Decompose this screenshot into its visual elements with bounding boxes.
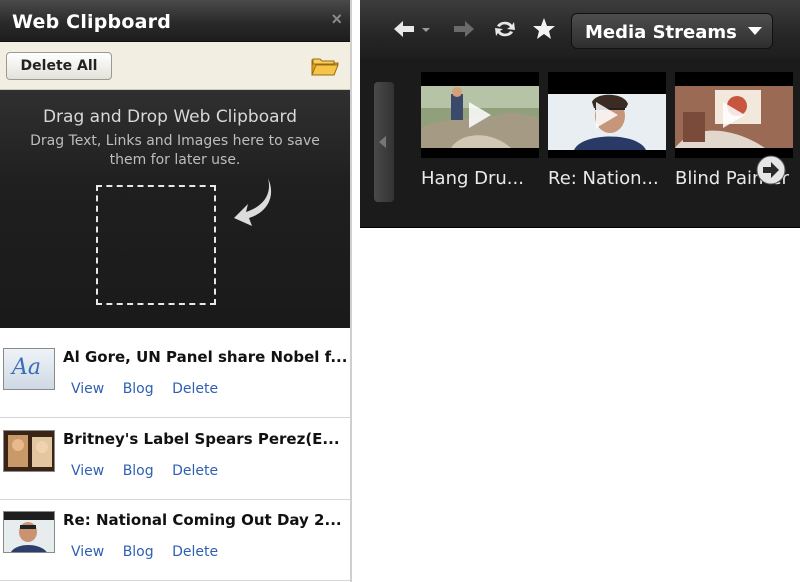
video-thumbnail[interactable] (675, 72, 793, 158)
refresh-icon[interactable] (493, 17, 517, 41)
delete-link[interactable]: Delete (172, 381, 218, 397)
drop-zone[interactable]: Drag and Drop Web Clipboard Drag Text, L… (0, 90, 350, 328)
clipboard-items-list: Aa Al Gore, UN Panel share Nobel f... Vi… (0, 328, 350, 582)
delete-link[interactable]: Delete (172, 544, 218, 560)
blog-link[interactable]: Blog (123, 544, 154, 560)
media-item[interactable]: Hang Dru... (421, 72, 541, 189)
video-thumbnail[interactable] (548, 72, 666, 158)
media-item-caption[interactable]: Hang Dru... (421, 168, 541, 189)
media-toolbar: Media Streams (360, 0, 800, 58)
delete-link[interactable]: Delete (172, 463, 218, 479)
play-icon[interactable] (467, 100, 493, 130)
scroll-left-button[interactable] (374, 82, 394, 202)
clipboard-item-title[interactable]: Britney's Label Spears Perez(E... (63, 430, 350, 448)
clipboard-item-title[interactable]: Al Gore, UN Panel share Nobel f... (63, 348, 350, 366)
text-clip-glyph: Aa (12, 355, 42, 380)
view-link[interactable]: View (71, 463, 104, 479)
forward-arrow-icon[interactable] (452, 17, 476, 41)
clipboard-item: Aa Al Gore, UN Panel share Nobel f... Vi… (0, 338, 350, 418)
blog-link[interactable]: Blog (123, 381, 154, 397)
video-clip-thumbnail (3, 511, 55, 553)
play-icon[interactable] (721, 100, 747, 130)
clipboard-item-actions: View Blog Delete (71, 381, 232, 397)
clipboard-item-title[interactable]: Re: National Coming Out Day 2... (63, 511, 350, 529)
history-dropdown-icon[interactable] (418, 17, 434, 41)
video-thumbnail[interactable] (421, 72, 539, 158)
video-clip-thumbnail (3, 430, 55, 472)
view-link[interactable]: View (71, 381, 104, 397)
clipboard-item: Re: National Coming Out Day 2... View Bl… (0, 501, 350, 581)
drop-zone-instructions: Drag Text, Links and Images here to save… (30, 133, 320, 168)
next-arrow-icon[interactable] (756, 155, 786, 185)
folder-icon[interactable] (310, 54, 340, 78)
web-clipboard-panel: Web Clipboard × Delete All Drag and Drop… (0, 0, 352, 582)
text-clip-thumbnail: Aa (3, 348, 55, 390)
drop-zone-heading: Drag and Drop Web Clipboard (42, 107, 298, 127)
clipboard-toolbar: Delete All (0, 42, 350, 90)
play-icon[interactable] (594, 100, 620, 130)
clipboard-item-actions: View Blog Delete (71, 544, 232, 560)
back-arrow-icon[interactable] (392, 17, 416, 41)
left-arrow-icon (379, 136, 386, 148)
clipboard-title: Web Clipboard (12, 11, 171, 33)
delete-all-button[interactable]: Delete All (6, 52, 112, 80)
media-streams-dropdown[interactable]: Media Streams (571, 13, 773, 49)
curved-arrow-icon (234, 178, 272, 226)
clipboard-item-actions: View Blog Delete (71, 463, 232, 479)
media-streams-label: Media Streams (585, 22, 737, 43)
chevron-down-icon (748, 27, 762, 35)
close-icon[interactable]: × (331, 9, 342, 30)
clipboard-title-bar: Web Clipboard × (0, 0, 350, 42)
star-icon[interactable] (532, 17, 556, 41)
media-item-caption[interactable]: Re: Nation... (548, 168, 668, 189)
clipboard-item: Britney's Label Spears Perez(E... View B… (0, 420, 350, 500)
blog-link[interactable]: Blog (123, 463, 154, 479)
drop-target-box[interactable] (96, 185, 216, 305)
view-link[interactable]: View (71, 544, 104, 560)
media-item[interactable]: Re: Nation... (548, 72, 668, 189)
media-streams-panel: Media Streams Hang Dru... Re: Nation... … (360, 0, 800, 228)
